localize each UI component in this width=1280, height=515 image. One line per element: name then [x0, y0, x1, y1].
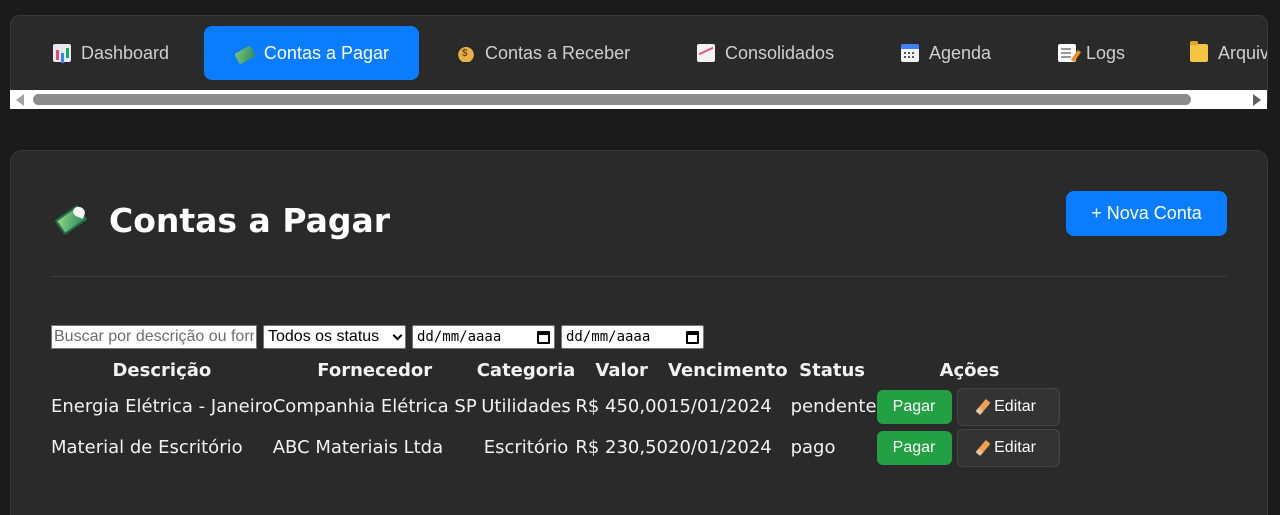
scrollbar-thumb[interactable]: [33, 94, 1191, 105]
search-input[interactable]: [51, 325, 257, 349]
edit-label: Editar: [994, 397, 1036, 415]
cell-valor: R$ 230,50: [575, 437, 669, 458]
column-header: Status: [799, 359, 865, 381]
tab-agenda[interactable]: Agenda: [901, 26, 991, 80]
new-account-button[interactable]: + Nova Conta: [1066, 191, 1227, 236]
nav-horizontal-scrollbar[interactable]: [10, 90, 1267, 109]
pencil-icon: [975, 439, 991, 456]
folder-icon: [1190, 41, 1208, 62]
date-from-value: dd/mm/aaaa: [417, 329, 502, 345]
cell-fornecedor: Companhia Elétrica SP: [272, 396, 477, 417]
filter-bar: Todos os status dd/mm/aaaa dd/mm/aaaa: [51, 325, 704, 349]
tab-label: Agenda: [929, 42, 992, 63]
date-to-value: dd/mm/aaaa: [566, 329, 651, 345]
cell-status: pago: [790, 437, 836, 458]
table-row: Material de Escritório ABC Materiais Ltd…: [51, 427, 1063, 468]
table-header-row: Descrição Fornecedor Categoria Valor Ven…: [51, 354, 1063, 386]
date-to-input[interactable]: dd/mm/aaaa: [561, 325, 704, 349]
accounts-table: Descrição Fornecedor Categoria Valor Ven…: [51, 354, 1063, 468]
column-header: Ações: [939, 359, 1000, 381]
tab-label: Contas a Receber: [485, 42, 631, 63]
status-select[interactable]: Todos os status: [263, 325, 406, 349]
pay-button[interactable]: Pagar: [876, 430, 952, 465]
cell-acoes: Pagar Editar: [876, 427, 1063, 468]
date-from-input[interactable]: dd/mm/aaaa: [412, 325, 555, 349]
tab-contas-a-receber[interactable]: Contas a Receber: [457, 26, 630, 80]
column-header: Descrição: [112, 359, 212, 381]
cell-descricao: Material de Escritório: [51, 437, 243, 458]
cell-valor: R$ 450,00: [575, 396, 669, 417]
money-bag-icon: [457, 44, 475, 62]
tab-arquivos[interactable]: Arquivos: [1190, 26, 1268, 80]
tab-label: Logs: [1086, 42, 1126, 63]
tab-label: Dashboard: [81, 42, 170, 63]
panel-header: Contas a Pagar + Nova Conta: [51, 191, 1227, 277]
calendar-icon: [901, 44, 919, 62]
cell-descricao: Energia Elétrica - Janeiro: [51, 396, 273, 417]
chevron-down-icon: [392, 330, 403, 340]
trending-chart-icon: [697, 44, 715, 62]
scroll-left-arrow-icon[interactable]: [16, 94, 24, 106]
scroll-right-arrow-icon[interactable]: [1253, 94, 1261, 106]
edit-button[interactable]: Editar: [956, 387, 1060, 426]
memo-icon: [1058, 44, 1076, 62]
tab-logs[interactable]: Logs: [1058, 26, 1125, 80]
tab-label: Contas a Pagar: [263, 42, 389, 63]
cell-fornecedor: ABC Materiais Ltda: [272, 437, 444, 458]
table-row: Energia Elétrica - Janeiro Companhia Elé…: [51, 386, 1063, 427]
cell-vencimento: 20/01/2024: [668, 437, 772, 458]
cell-status: pendente: [790, 396, 877, 417]
tab-dashboard[interactable]: Dashboard: [53, 26, 169, 80]
cell-categoria: Escritório: [483, 437, 569, 458]
pay-button[interactable]: Pagar: [876, 389, 952, 424]
tab-consolidados[interactable]: Consolidados: [697, 26, 834, 80]
calendar-icon[interactable]: [686, 330, 699, 344]
calendar-icon[interactable]: [537, 330, 550, 344]
tab-contas-a-pagar[interactable]: Contas a Pagar: [204, 26, 419, 80]
money-wings-icon: [234, 44, 256, 65]
money-wings-icon: [54, 204, 88, 236]
tab-label: Arquivos: [1218, 42, 1268, 63]
tab-label: Consolidados: [725, 42, 835, 63]
cell-categoria: Utilidades: [481, 396, 571, 417]
column-header: Vencimento: [668, 359, 788, 381]
column-header: Valor: [595, 359, 648, 381]
edit-button[interactable]: Editar: [956, 428, 1060, 467]
page-title: Contas a Pagar: [109, 201, 391, 240]
status-select-value: Todos os status: [268, 328, 380, 345]
column-header: Fornecedor: [317, 359, 433, 381]
column-header: Categoria: [476, 359, 576, 381]
cell-vencimento: 15/01/2024: [668, 396, 772, 417]
tab-strip: Dashboard Contas a Pagar Contas a Recebe…: [11, 16, 1268, 92]
edit-label: Editar: [994, 438, 1036, 456]
contas-a-pagar-panel: Contas a Pagar + Nova Conta Todos os sta…: [10, 150, 1268, 515]
pencil-icon: [975, 398, 991, 415]
bar-chart-icon: [53, 44, 71, 62]
cell-acoes: Pagar Editar: [876, 386, 1063, 427]
